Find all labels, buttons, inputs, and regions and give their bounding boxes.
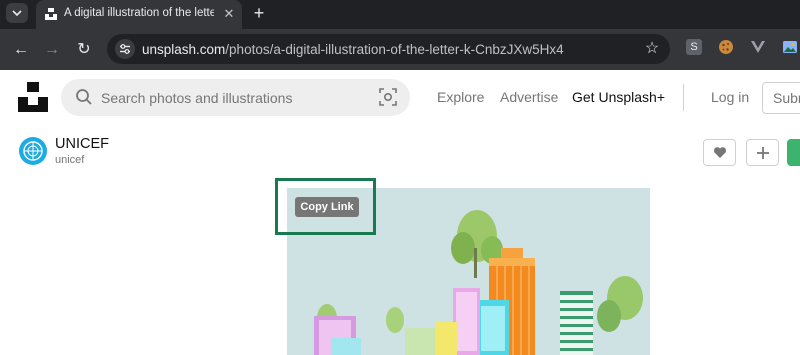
header-divider xyxy=(683,84,684,111)
tab-strip: A digital illustration of the letter ✕ + xyxy=(0,0,800,29)
chevron-down-icon xyxy=(12,10,22,17)
unsplash-favicon-icon xyxy=(45,8,57,20)
green-building xyxy=(560,291,593,355)
author-name[interactable]: UNICEF xyxy=(55,136,109,152)
nav-advertise-link[interactable]: Advertise xyxy=(500,89,558,105)
tab-title: A digital illustration of the letter xyxy=(64,7,214,19)
address-bar[interactable]: unsplash.com/photos/a-digital-illustrati… xyxy=(107,34,670,64)
light-green-building xyxy=(405,328,435,355)
tab-close-icon[interactable]: ✕ xyxy=(220,5,238,23)
image-extension-icon[interactable] xyxy=(782,39,798,55)
vue-icon[interactable] xyxy=(750,39,766,55)
new-tab-button[interactable]: + xyxy=(249,4,269,24)
add-to-collection-button[interactable] xyxy=(746,139,779,166)
nav-explore-link[interactable]: Explore xyxy=(437,89,484,105)
yellow-building xyxy=(435,322,457,355)
reload-button[interactable]: ↻ xyxy=(72,38,96,62)
site-info-icon[interactable] xyxy=(115,39,135,59)
back-button[interactable]: ← xyxy=(9,38,33,62)
avatar[interactable] xyxy=(19,137,47,165)
bookmark-star-icon[interactable]: ☆ xyxy=(642,39,662,59)
browser-toolbar: ← → ↻ unsplash.com/photos/a-digital-illu… xyxy=(0,29,800,70)
url-text: unsplash.com/photos/a-digital-illustrati… xyxy=(142,42,564,57)
active-tab[interactable]: A digital illustration of the letter ✕ xyxy=(36,0,242,29)
copy-link-button[interactable]: Copy Link xyxy=(295,197,359,217)
submit-image-button[interactable]: Subm xyxy=(762,82,800,114)
search-bar[interactable]: Search photos and illustrations xyxy=(61,79,410,116)
login-link[interactable]: Log in xyxy=(711,89,749,105)
download-button[interactable] xyxy=(787,139,800,166)
heart-icon xyxy=(713,147,726,158)
unsplash-page: Search photos and illustrations Explore … xyxy=(0,70,800,355)
like-button[interactable] xyxy=(703,139,736,166)
url-path: /photos/a-digital-illustration-of-the-le… xyxy=(225,42,564,57)
unicef-logo-icon xyxy=(23,141,43,161)
search-icon[interactable] xyxy=(75,88,93,106)
visual-search-icon[interactable] xyxy=(379,88,397,106)
unsplash-logo-icon[interactable] xyxy=(18,82,48,112)
search-input[interactable]: Search photos and illustrations xyxy=(101,90,292,106)
forward-button[interactable]: → xyxy=(40,38,64,62)
browser-chrome: A digital illustration of the letter ✕ +… xyxy=(0,0,800,70)
nav-unsplash-plus-link[interactable]: Get Unsplash+ xyxy=(572,89,665,105)
url-domain: unsplash.com xyxy=(142,42,226,57)
cookie-icon[interactable] xyxy=(718,39,734,55)
cyan-building xyxy=(477,300,509,355)
plus-icon xyxy=(756,146,769,159)
S-extension-icon[interactable]: S xyxy=(686,39,702,55)
author-handle[interactable]: unicef xyxy=(55,154,84,166)
tab-search-button[interactable] xyxy=(6,3,28,23)
